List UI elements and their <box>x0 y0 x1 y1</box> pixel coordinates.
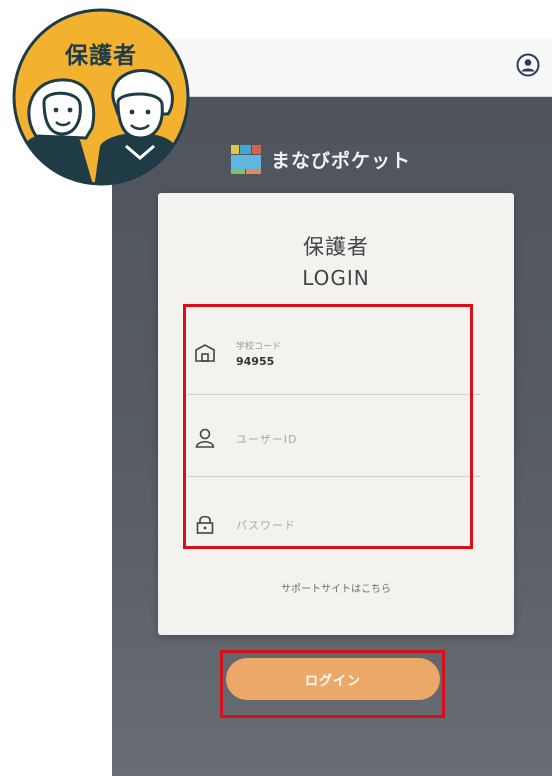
guardian-badge: 保護者 <box>10 6 192 188</box>
support-site-link[interactable]: サポートサイトはこちら <box>158 580 514 595</box>
logo-icon <box>231 145 261 174</box>
highlight-box-fields <box>183 304 473 549</box>
guardian-illustration <box>12 8 190 186</box>
badge-label: 保護者 <box>65 43 137 69</box>
account-icon[interactable] <box>516 53 540 77</box>
card-title: 保護者 <box>303 235 369 259</box>
card-subtitle: LOGIN <box>302 266 370 290</box>
app-logo: まなびポケット <box>229 141 411 177</box>
highlight-box-login <box>220 650 445 718</box>
logo-text: まなびポケット <box>271 149 412 172</box>
